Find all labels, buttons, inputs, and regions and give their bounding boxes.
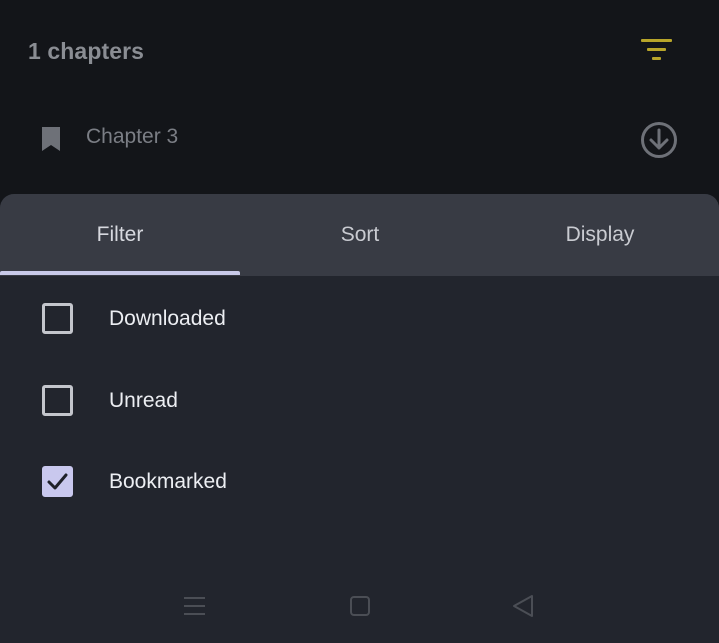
- navigation-bar: [0, 585, 719, 630]
- tab-bar: Filter Sort Display: [0, 194, 719, 276]
- option-label-bookmarked: Bookmarked: [109, 470, 227, 493]
- check-icon: [47, 473, 68, 490]
- option-label-downloaded: Downloaded: [109, 307, 226, 330]
- filter-icon[interactable]: [640, 38, 676, 64]
- option-label-unread: Unread: [109, 389, 178, 412]
- option-bookmarked[interactable]: Bookmarked: [0, 447, 719, 517]
- screen: 1 chapters Chapter 3 Filter Sort Display: [0, 0, 719, 643]
- option-unread[interactable]: Unread: [0, 366, 719, 436]
- filter-sheet: Filter Sort Display Downloaded Unread Bo…: [0, 194, 719, 643]
- menu-icon[interactable]: [174, 585, 214, 625]
- chapters-count: 1 chapters: [28, 38, 145, 64]
- chapter-title: Chapter 3: [86, 125, 179, 148]
- tab-indicator: [0, 271, 240, 275]
- header: 1 chapters: [0, 0, 719, 100]
- bookmark-icon: [40, 126, 62, 152]
- option-downloaded[interactable]: Downloaded: [0, 284, 719, 354]
- checkbox-unread[interactable]: [42, 385, 73, 416]
- back-icon[interactable]: [504, 585, 544, 625]
- tab-filter[interactable]: Filter: [0, 194, 240, 276]
- tab-display[interactable]: Display: [480, 194, 719, 276]
- home-icon[interactable]: [340, 585, 380, 625]
- download-icon[interactable]: [640, 121, 678, 159]
- checkbox-downloaded[interactable]: [42, 303, 73, 334]
- tab-sort[interactable]: Sort: [240, 194, 480, 276]
- checkbox-bookmarked[interactable]: [42, 466, 73, 497]
